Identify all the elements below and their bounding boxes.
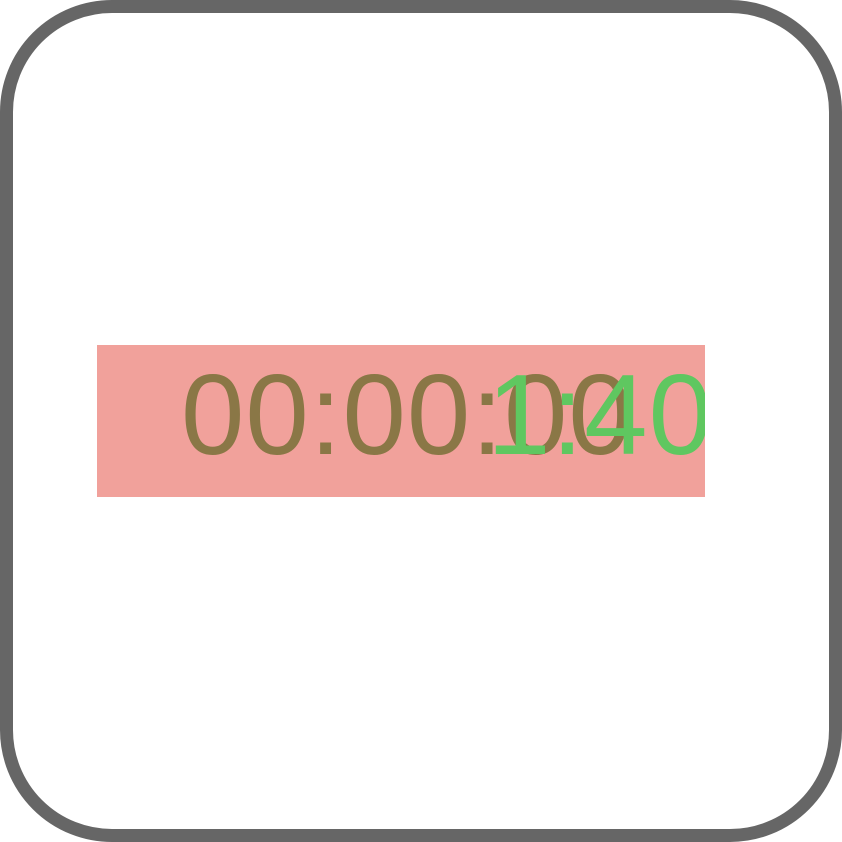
rounded-tile: 00:00:00 1:40: [0, 0, 842, 842]
timer-bar: 00:00:00 1:40: [97, 345, 705, 497]
timer-overlay-text: 1:40: [487, 352, 705, 479]
